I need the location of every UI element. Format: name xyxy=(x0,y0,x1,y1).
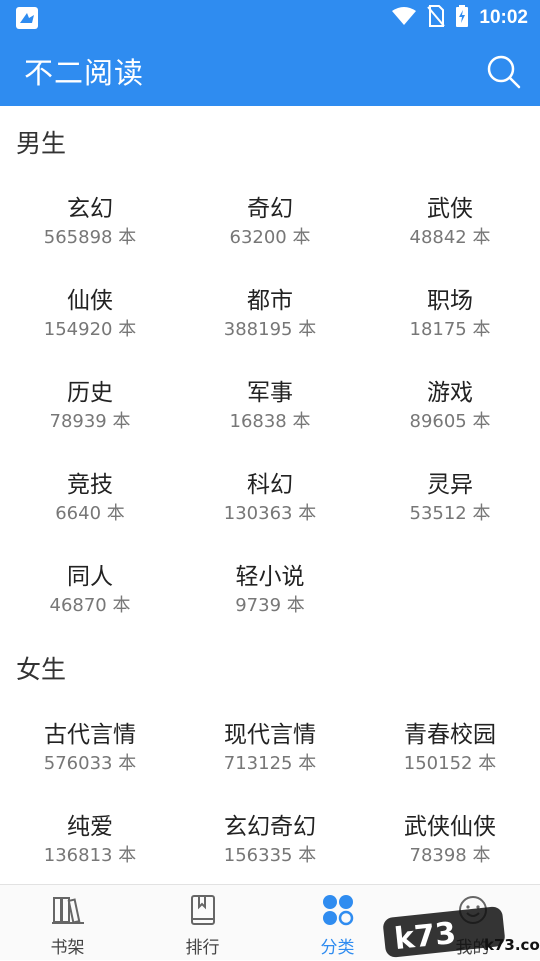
category-item[interactable]: 纯爱 136813 本 xyxy=(0,802,180,882)
app-title: 不二阅读 xyxy=(24,56,145,90)
tab-ranking[interactable]: 排行 xyxy=(135,885,270,961)
book-icon xyxy=(190,895,215,925)
category-item[interactable]: 都市 388195 本 xyxy=(180,276,360,356)
category-count: 130363 本 xyxy=(223,503,317,524)
category-name: 纯爱 xyxy=(67,814,113,840)
category-item[interactable]: 仙侠 154920 本 xyxy=(0,276,180,356)
category-name: 玄幻 xyxy=(67,196,113,222)
battery-charging-icon xyxy=(455,5,469,31)
category-count: 18175 本 xyxy=(409,319,491,340)
category-count: 53512 本 xyxy=(409,503,491,524)
category-name: 同人 xyxy=(67,564,113,590)
category-name: 竞技 xyxy=(67,472,113,498)
category-item[interactable]: 科幻 130363 本 xyxy=(180,460,360,540)
app-notification-icon xyxy=(16,7,38,33)
tab-profile[interactable]: 我的 xyxy=(405,885,540,961)
status-time: 10:02 xyxy=(479,7,528,28)
category-count: 565898 本 xyxy=(43,227,137,248)
category-item[interactable]: 武侠 48842 本 xyxy=(360,184,540,264)
tab-category[interactable]: 分类 xyxy=(270,885,405,961)
category-name: 古代言情 xyxy=(44,722,136,748)
category-count: 9739 本 xyxy=(235,595,305,616)
category-item[interactable]: 同人 46870 本 xyxy=(0,552,180,632)
category-name: 军事 xyxy=(247,380,293,406)
category-name: 武侠仙侠 xyxy=(404,814,496,840)
category-icon xyxy=(322,895,353,926)
category-name: 武侠 xyxy=(427,196,473,222)
wifi-icon xyxy=(391,6,417,30)
section-title-female: 女生 xyxy=(16,655,67,684)
category-item[interactable]: 游戏 89605 本 xyxy=(360,368,540,448)
category-item[interactable]: 灵异 53512 本 xyxy=(360,460,540,540)
category-name: 仙侠 xyxy=(67,288,113,314)
tab-label: 我的 xyxy=(455,938,490,958)
search-icon xyxy=(487,55,521,89)
category-name: 历史 xyxy=(67,380,113,406)
category-item[interactable]: 青春校园 150152 本 xyxy=(360,710,540,790)
app-bar: 不二阅读 xyxy=(0,36,540,106)
category-count: 136813 本 xyxy=(43,845,137,866)
category-item[interactable]: 现代言情 713125 本 xyxy=(180,710,360,790)
category-item[interactable]: 奇幻 63200 本 xyxy=(180,184,360,264)
category-item[interactable]: 职场 18175 本 xyxy=(360,276,540,356)
bookshelf-icon xyxy=(51,897,84,924)
category-count: 388195 本 xyxy=(223,319,317,340)
profile-icon xyxy=(458,896,487,924)
no-sim-icon xyxy=(427,5,446,31)
category-count: 89605 本 xyxy=(409,411,491,432)
tab-bookshelf[interactable]: 书架 xyxy=(0,885,135,961)
section-title-male: 男生 xyxy=(16,129,67,158)
category-name: 现代言情 xyxy=(224,722,316,748)
category-item[interactable]: 玄幻奇幻 156335 本 xyxy=(180,802,360,882)
tab-label: 分类 xyxy=(320,938,355,958)
status-bar: 10:02 xyxy=(0,0,540,36)
category-count: 150152 本 xyxy=(403,753,497,774)
category-name: 都市 xyxy=(247,288,293,314)
category-name: 灵异 xyxy=(427,472,473,498)
category-name: 玄幻奇幻 xyxy=(224,814,316,840)
category-count: 6640 本 xyxy=(55,503,125,524)
category-name: 青春校园 xyxy=(404,722,496,748)
category-content[interactable]: 男生 玄幻 565898 本 奇幻 63200 本 武侠 48842 本 仙侠 … xyxy=(0,106,540,884)
category-count: 63200 本 xyxy=(229,227,311,248)
category-item[interactable]: 玄幻 565898 本 xyxy=(0,184,180,264)
tab-label: 排行 xyxy=(185,938,220,958)
category-count: 78398 本 xyxy=(409,845,491,866)
category-name: 职场 xyxy=(427,288,473,314)
category-name: 科幻 xyxy=(247,472,293,498)
category-name: 奇幻 xyxy=(247,196,293,222)
bottom-tab-bar: 书架 排行 分类 我的 xyxy=(0,884,540,960)
category-item[interactable]: 轻小说 9739 本 xyxy=(180,552,360,632)
category-item[interactable]: 竞技 6640 本 xyxy=(0,460,180,540)
category-count: 16838 本 xyxy=(229,411,311,432)
tab-label: 书架 xyxy=(50,938,85,958)
category-count: 576033 本 xyxy=(43,753,137,774)
category-name: 游戏 xyxy=(427,380,473,406)
category-count: 156335 本 xyxy=(223,845,317,866)
category-count: 48842 本 xyxy=(409,227,491,248)
category-item[interactable]: 古代言情 576033 本 xyxy=(0,710,180,790)
category-item[interactable]: 武侠仙侠 78398 本 xyxy=(360,802,540,882)
category-item[interactable]: 历史 78939 本 xyxy=(0,368,180,448)
category-name: 轻小说 xyxy=(235,564,305,590)
category-count: 713125 本 xyxy=(223,753,317,774)
category-count: 46870 本 xyxy=(49,595,131,616)
category-count: 78939 本 xyxy=(49,411,131,432)
search-button[interactable] xyxy=(486,54,522,90)
category-count: 154920 本 xyxy=(43,319,137,340)
category-item[interactable]: 军事 16838 本 xyxy=(180,368,360,448)
